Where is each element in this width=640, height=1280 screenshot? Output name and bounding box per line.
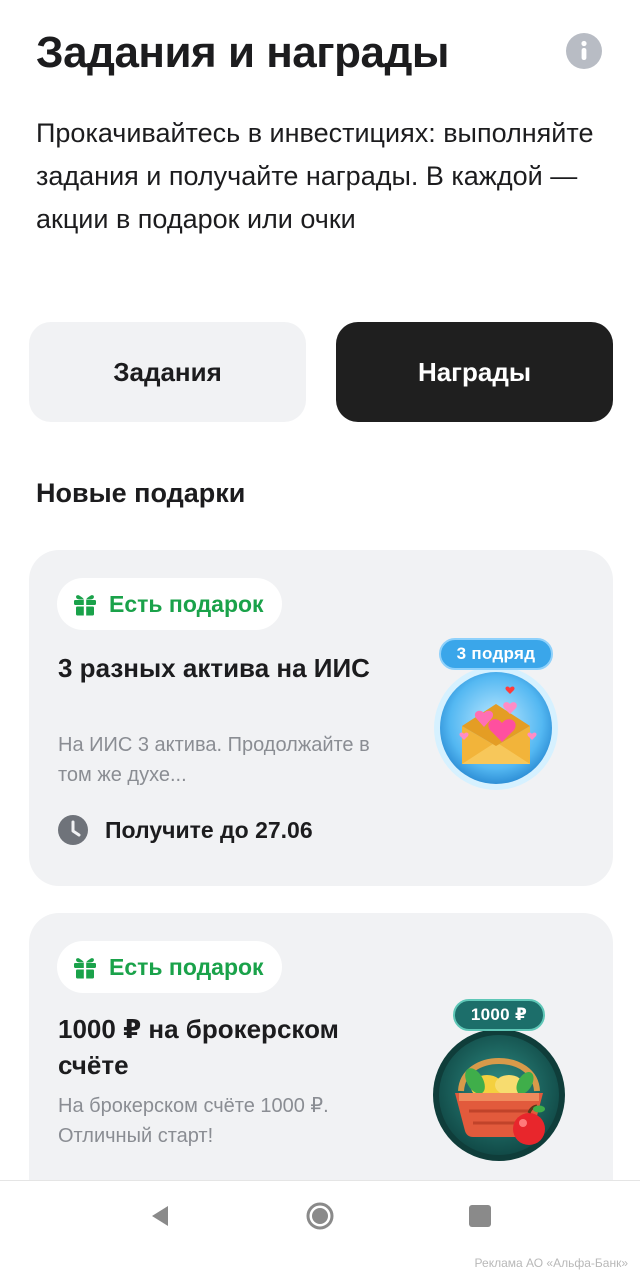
system-nav-bar [0, 1180, 640, 1250]
gift-icon [71, 953, 99, 981]
page-title: Задания и награды [36, 28, 449, 77]
reward-badge: 1000 ₽ [427, 999, 571, 1165]
reward-card[interactable]: Есть подарок 3 разных актива на ИИС На И… [29, 550, 613, 886]
back-icon[interactable] [130, 1186, 190, 1246]
card-title: 3 разных актива на ИИС [58, 653, 370, 683]
info-icon[interactable] [566, 33, 602, 69]
envelope-hearts-image [434, 666, 558, 790]
reward-badge: 3 подряд [432, 638, 560, 792]
gift-icon [71, 590, 99, 618]
home-icon[interactable] [290, 1186, 350, 1246]
recents-icon[interactable] [450, 1186, 510, 1246]
clock-icon [57, 814, 89, 846]
deadline-text: Получите до 27.06 [105, 816, 313, 843]
streak-label: 1000 ₽ [452, 999, 546, 1031]
card-title: 1000 ₽ на брокерском счёте [58, 1014, 339, 1080]
deadline: Получите до 27.06 [57, 814, 313, 846]
reward-card[interactable]: Есть подарок 1000 ₽ на брокерском счёте … [29, 913, 613, 1213]
segmented-tabs: Задания Награды [29, 322, 613, 422]
ad-disclaimer: Реклама АО «Альфа-Банк» [474, 1256, 628, 1270]
basket-image [433, 1029, 565, 1161]
gift-badge: Есть подарок [57, 578, 282, 630]
badge-label: Есть подарок [109, 953, 264, 980]
card-description: На брокерском счёте 1000 ₽. Отличный ста… [58, 1095, 329, 1147]
tab-rewards[interactable]: Награды [336, 322, 613, 422]
tab-tasks[interactable]: Задания [29, 322, 306, 422]
badge-label: Есть подарок [109, 590, 264, 617]
card-description: На ИИС 3 актива. Продолжайте в том же ду… [58, 734, 370, 786]
section-title: Новые подарки [36, 478, 246, 508]
streak-label: 3 подряд [438, 638, 554, 670]
gift-badge: Есть подарок [57, 941, 282, 993]
page-subtitle: Прокачивайтесь в инвестициях: выполняйте… [36, 118, 594, 234]
